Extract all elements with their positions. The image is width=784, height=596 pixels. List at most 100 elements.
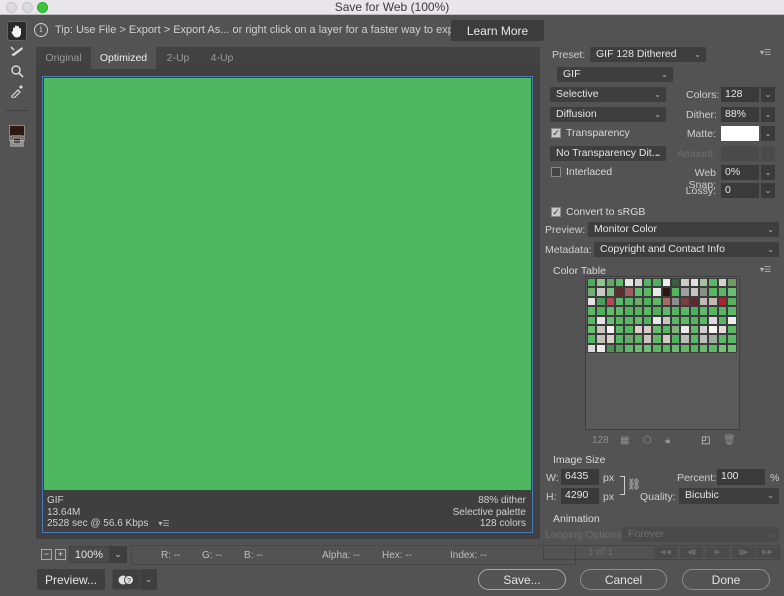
matte-dropdown-chevron-icon[interactable]: ⌄ (761, 126, 775, 141)
color-table-swatch[interactable] (717, 287, 728, 297)
color-table-swatch[interactable] (624, 306, 634, 316)
color-table-swatch[interactable] (643, 343, 653, 354)
color-table-swatch[interactable] (596, 334, 606, 344)
color-table-swatch[interactable] (689, 296, 700, 307)
color-table-swatch[interactable] (699, 315, 709, 325)
color-table-swatch[interactable] (605, 315, 616, 325)
color-table-swatch[interactable] (587, 278, 597, 288)
color-table-swatch[interactable] (633, 324, 644, 335)
color-table-swatch[interactable] (633, 287, 644, 297)
tab-optimized[interactable]: Optimized (91, 47, 156, 69)
color-table-swatch[interactable] (671, 324, 681, 335)
width-field[interactable]: 6435 (561, 469, 599, 485)
color-table-swatch[interactable] (708, 287, 718, 297)
color-table-swatch[interactable] (699, 287, 709, 297)
toggle-slices-visibility-icon[interactable] (8, 132, 26, 150)
color-table-swatch[interactable] (727, 334, 737, 344)
color-table-swatch[interactable] (652, 306, 662, 316)
color-table-swatch[interactable] (624, 296, 634, 307)
color-table-swatch[interactable] (633, 278, 644, 288)
transparency-checkbox[interactable]: ✓ (551, 128, 561, 138)
map-to-transparent-icon[interactable]: ▦ (620, 435, 629, 446)
color-table-swatch[interactable] (727, 287, 737, 297)
color-table-swatch[interactable] (717, 296, 728, 307)
tab-original[interactable]: Original (36, 47, 91, 69)
color-table-swatch[interactable] (643, 324, 653, 335)
lossy-dropdown-chevron-icon[interactable]: ⌄ (761, 183, 775, 198)
color-table-swatch[interactable] (587, 306, 597, 316)
color-table-swatch[interactable] (717, 343, 728, 354)
color-table-swatch[interactable] (671, 296, 681, 307)
file-format-dropdown[interactable]: GIF ⌄ (557, 67, 673, 82)
add-color-icon[interactable]: ◰ (701, 435, 710, 446)
color-table-swatch[interactable] (596, 315, 606, 325)
color-table-swatch[interactable] (708, 343, 718, 354)
color-table-swatch[interactable] (643, 287, 653, 297)
color-table-swatch[interactable] (680, 287, 690, 297)
delete-color-icon[interactable]: 🗑︎ (723, 435, 736, 446)
metadata-dropdown[interactable]: Copyright and Contact Info ⌄ (594, 242, 779, 257)
done-button[interactable]: Done (682, 569, 770, 590)
colors-dropdown-chevron-icon[interactable]: ⌄ (761, 87, 775, 102)
color-table-swatch[interactable] (699, 306, 709, 316)
color-table-swatch[interactable] (689, 343, 700, 354)
height-field[interactable]: 4290 (561, 488, 599, 504)
color-table-swatch[interactable] (587, 287, 597, 297)
color-table-swatch[interactable] (596, 324, 606, 335)
color-table-swatch[interactable] (689, 306, 700, 316)
color-table-swatch[interactable] (615, 278, 625, 288)
color-table-swatch[interactable] (671, 315, 681, 325)
color-table-swatch[interactable] (615, 334, 625, 344)
color-table-swatch[interactable] (605, 324, 616, 335)
color-table-swatch[interactable] (727, 315, 737, 325)
color-table-swatch[interactable] (596, 306, 606, 316)
color-table-swatch[interactable] (699, 334, 709, 344)
color-table-swatch[interactable] (689, 315, 700, 325)
dither-algorithm-dropdown[interactable]: Diffusion ⌄ (550, 107, 666, 122)
color-table-swatch[interactable] (708, 315, 718, 325)
color-table-swatch[interactable] (643, 296, 653, 307)
color-table-swatch[interactable] (615, 324, 625, 335)
color-table-swatch[interactable] (689, 334, 700, 344)
interlaced-checkbox[interactable] (551, 167, 561, 177)
color-table-swatch[interactable] (680, 324, 690, 335)
preview-color-dropdown[interactable]: Monitor Color ⌄ (588, 222, 779, 237)
save-button[interactable]: Save... (478, 569, 566, 590)
color-table-swatch[interactable] (708, 334, 718, 344)
color-table-swatch[interactable] (643, 306, 653, 316)
color-table-swatch[interactable] (652, 324, 662, 335)
zoom-tool-icon[interactable] (8, 62, 26, 80)
color-table-swatch[interactable] (633, 315, 644, 325)
color-table-swatch[interactable] (671, 343, 681, 354)
preset-dropdown[interactable]: GIF 128 Dithered ⌄ (590, 47, 706, 62)
color-table-swatch[interactable] (652, 278, 662, 288)
color-table-swatch[interactable] (605, 334, 616, 344)
color-table-swatch[interactable] (633, 306, 644, 316)
web-snap-field[interactable]: 0% (721, 165, 759, 180)
color-table-swatch[interactable] (671, 334, 681, 344)
cancel-button[interactable]: Cancel (580, 569, 667, 590)
color-table-swatch[interactable] (727, 278, 737, 288)
color-table-swatch[interactable] (615, 296, 625, 307)
eyedropper-tool-icon[interactable] (8, 82, 26, 100)
color-table-swatch[interactable] (605, 306, 616, 316)
color-table-swatch[interactable] (671, 306, 681, 316)
color-table-swatch[interactable] (680, 334, 690, 344)
slice-select-tool-icon[interactable] (8, 42, 26, 60)
tab-4-up[interactable]: 4-Up (200, 47, 244, 69)
color-table-swatch[interactable] (615, 343, 625, 354)
color-table-swatch[interactable] (652, 315, 662, 325)
zoom-in-button[interactable]: + (55, 549, 66, 560)
dither-field[interactable]: 88% (721, 107, 759, 122)
download-speed-menu-icon[interactable]: ▾☰ (158, 518, 169, 530)
dither-dropdown-chevron-icon[interactable]: ⌄ (761, 107, 775, 122)
web-snap-dropdown-chevron-icon[interactable]: ⌄ (761, 165, 775, 180)
convert-srgb-checkbox[interactable]: ✓ (551, 207, 561, 217)
zoom-dropdown-chevron-icon[interactable]: ⌄ (109, 546, 127, 563)
lossy-field[interactable]: 0 (721, 183, 759, 198)
close-window-button[interactable] (6, 2, 17, 13)
color-table-swatch[interactable] (708, 306, 718, 316)
color-table-swatch[interactable] (727, 306, 737, 316)
color-table-swatch[interactable] (661, 324, 672, 335)
transparency-dither-dropdown[interactable]: No Transparency Dit... ⌄ (550, 146, 666, 161)
